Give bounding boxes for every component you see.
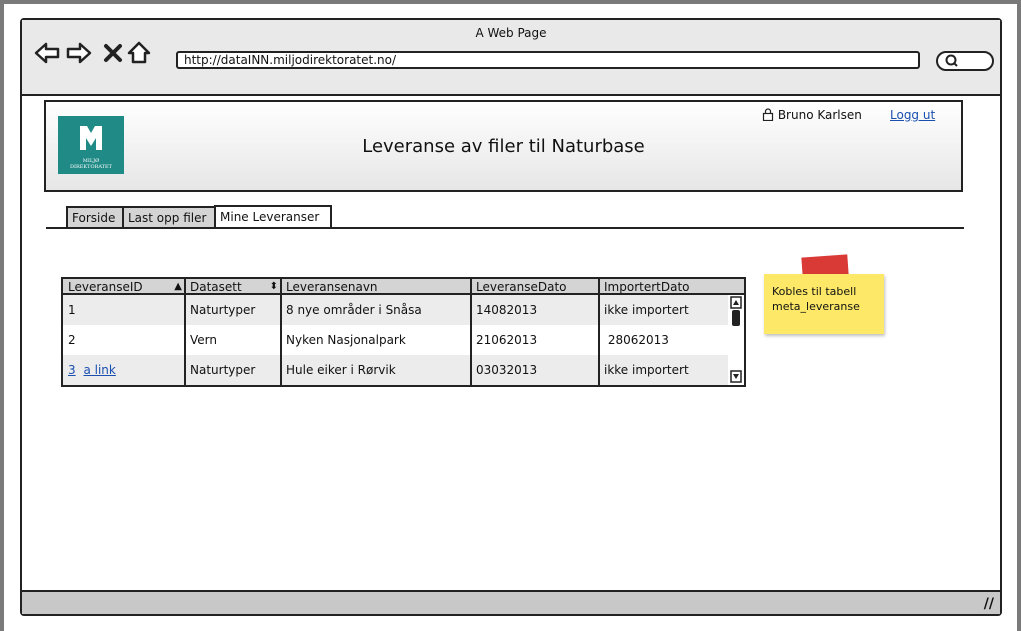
table-row[interactable]: 1 Naturtyper 8 nye områder i Snåsa 14082…: [63, 295, 728, 325]
sticky-note: Kobles til tabell meta_leveranse: [764, 274, 884, 334]
address-bar[interactable]: http://dataINN.miljodirektoratet.no/: [176, 51, 920, 69]
sticky-note-line2: meta_leveranse: [772, 300, 860, 313]
tab-forside[interactable]: Forside: [66, 206, 124, 228]
cell-datasett: Naturtyper: [190, 363, 256, 377]
column-header-datasett[interactable]: Datasett ⬍: [185, 279, 281, 295]
page-title: Leveranse av filer til Naturbase: [362, 136, 645, 157]
table-row[interactable]: 3 a link Naturtyper Hule eiker i Rørvik …: [63, 355, 728, 385]
window-frame-top: [0, 0, 1021, 4]
browser-toolbar: A Web Page http://dataINN.miljodirektora…: [22, 20, 1000, 96]
deliveries-table: LeveranseID ▲ Datasett ⬍ Leveransenavn L…: [61, 277, 746, 387]
cell-datasett: Vern: [190, 333, 217, 347]
stop-icon[interactable]: [100, 40, 126, 66]
page-header: MILJØ DIREKTORATET Leveranse av filer ti…: [44, 100, 963, 192]
cell-leveranseid: 3 a link: [63, 355, 185, 385]
forward-icon[interactable]: [66, 40, 92, 66]
logout-link[interactable]: Logg ut: [890, 108, 935, 122]
cell-leveransedato: 14082013: [476, 303, 538, 317]
cell-leveransenavn: Hule eiker i Rørvik: [286, 363, 396, 377]
column-header-label: LeveranseID: [68, 280, 143, 294]
column-header-importertdato[interactable]: ImportertDato: [599, 279, 744, 295]
user-info: Bruno Karlsen: [762, 108, 862, 122]
window-frame-left: [0, 0, 4, 631]
tab-mine-leveranser[interactable]: Mine Leveranser: [214, 205, 332, 229]
window-title: A Web Page: [475, 26, 547, 40]
browser-window: A Web Page http://dataINN.miljodirektora…: [20, 18, 1002, 616]
row-link[interactable]: a link: [83, 363, 115, 377]
lock-icon: [762, 108, 774, 122]
cell-datasett: Naturtyper: [190, 303, 256, 317]
sort-toggle-icon[interactable]: ⬍: [270, 279, 278, 295]
cell-importertdato: ikke importert: [604, 303, 689, 317]
column-header-leveransenavn[interactable]: Leveransenavn: [281, 279, 471, 295]
cell-leveransenavn: 8 nye områder i Snåsa: [286, 303, 422, 317]
column-divider: [280, 279, 282, 385]
cell-importertdato: 28062013: [604, 333, 669, 347]
sort-ascending-icon[interactable]: ▲: [174, 279, 182, 295]
vertical-scrollbar[interactable]: [728, 295, 744, 385]
back-icon[interactable]: [34, 40, 60, 66]
window-frame-right: [1017, 0, 1021, 631]
tab-underline: [46, 227, 964, 229]
resize-grip-icon[interactable]: //: [984, 596, 994, 612]
sticky-note-line1: Kobles til tabell: [772, 285, 857, 298]
column-header-leveranseid[interactable]: LeveranseID ▲: [63, 279, 185, 295]
cell-leveransedato: 21062013: [476, 333, 538, 347]
logo-text-line2: DIREKTORATET: [70, 164, 112, 170]
column-divider: [598, 279, 600, 385]
user-name: Bruno Karlsen: [777, 108, 862, 122]
cell-importertdato: ikke importert: [604, 363, 689, 377]
tab-last-opp-filer[interactable]: Last opp filer: [122, 206, 216, 228]
column-divider: [470, 279, 472, 385]
cell-leveransedato: 03032013: [476, 363, 538, 377]
status-bar: //: [22, 590, 1000, 614]
browser-search-box[interactable]: [936, 51, 994, 71]
column-header-label: Datasett: [190, 280, 242, 294]
table-row[interactable]: 2 Vern Nyken Nasjonalpark 21062013 28062…: [63, 325, 728, 355]
cell-leveransenavn: Nyken Nasjonalpark: [286, 333, 406, 347]
column-header-leveransedato[interactable]: LeveranseDato: [471, 279, 599, 295]
home-icon[interactable]: [126, 40, 152, 66]
cell-leveranseid: 1: [68, 303, 76, 317]
logo-text: MILJØ DIREKTORATET: [58, 158, 124, 170]
cell-leveranseid: 2: [68, 333, 76, 347]
search-icon: [945, 54, 958, 67]
row-id-link[interactable]: 3: [68, 363, 76, 377]
column-divider: [184, 279, 186, 385]
